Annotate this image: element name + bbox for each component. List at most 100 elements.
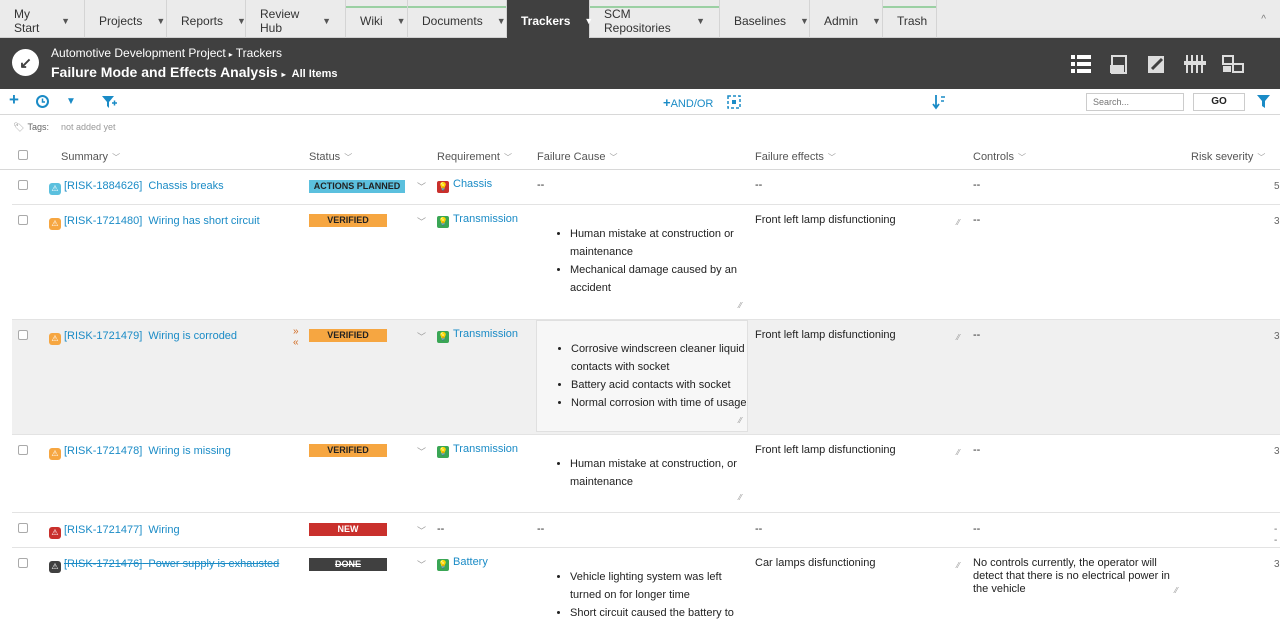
column-summary[interactable]: Summary ﹀ [61,151,120,163]
table-row[interactable]: ⚠ [RISK-1721477] Wiring NEW ﹀ -- -- -- --… [12,513,1280,548]
resize-handle-icon[interactable]: ⁄⁄ [739,301,742,310]
effects-cell[interactable]: Front left lamp disfunctioning [755,214,896,226]
requirement-cell[interactable]: -- [437,523,444,535]
item-link[interactable]: [RISK-1721478] Wiring is missing [64,445,231,457]
chevron-down-icon[interactable]: ﹀ [417,215,426,228]
controls-cell[interactable]: No controls currently, the operator will… [973,557,1178,596]
resize-handle-icon[interactable]: ⁄⁄ [957,561,960,570]
effects-cell[interactable]: Front left lamp disfunctioning [755,444,896,456]
status-badge[interactable]: VERIFIED [309,214,387,227]
tab-scm-repositories[interactable]: SCM Repositories ▼ [590,0,720,38]
select-all-checkbox[interactable] [18,150,28,160]
tree-view-icon[interactable] [1222,53,1244,75]
filter-add-icon[interactable] [101,95,117,109]
effects-cell[interactable]: Car lamps disfunctioning [755,557,875,569]
controls-cell[interactable]: -- [973,444,980,456]
add-icon[interactable]: + [9,90,19,110]
status-badge[interactable]: VERIFIED [309,444,387,457]
item-link[interactable]: [RISK-1884626] Chassis breaks [64,180,224,192]
chevron-down-icon[interactable]: ▼ [397,16,406,26]
column-risk-severity[interactable]: Risk severity ﹀ [1191,151,1265,163]
controls-cell[interactable]: -- [973,523,980,535]
chevron-down-icon[interactable]: ▼ [497,16,506,26]
requirement-link[interactable]: 💡 Transmission [437,213,518,228]
menu-dropdown-icon[interactable]: ▼ [66,96,76,107]
tab-trackers[interactable]: Trackers ▼ [507,0,593,38]
breadcrumb-trackers[interactable]: Trackers [236,46,282,60]
row-checkbox[interactable] [18,558,28,568]
row-checkbox[interactable] [18,180,28,190]
tab-review-hub[interactable]: Review Hub ▼ [246,0,346,38]
requirement-link[interactable]: 💡 Chassis [437,178,492,193]
status-badge[interactable]: DONE [309,558,387,571]
status-badge[interactable]: ACTIONS PLANNED [309,180,405,193]
tab-reports[interactable]: Reports ▼ [167,0,246,38]
column-failure-cause[interactable]: Failure Cause ﹀ [537,151,617,163]
column-failure-effects[interactable]: Failure effects ﹀ [755,151,836,163]
edit-view-icon[interactable] [1146,53,1168,75]
tab-baselines[interactable]: Baselines ▼ [720,0,810,38]
cause-cell[interactable]: Corrosive windscreen cleaner liquid cont… [536,320,748,432]
go-button[interactable]: GO [1193,93,1245,111]
status-badge[interactable]: VERIFIED [309,329,387,342]
tab-trash[interactable]: Trash [883,0,937,38]
chevron-down-icon[interactable]: ▼ [800,16,809,26]
row-checkbox[interactable] [18,445,28,455]
controls-cell[interactable]: -- [973,214,980,226]
column-status[interactable]: Status ﹀ [309,151,352,163]
item-link[interactable]: [RISK-1721479] Wiring is corroded [64,330,237,342]
chevron-down-icon[interactable]: ▼ [322,16,331,26]
column-controls[interactable]: Controls ﹀ [973,151,1026,163]
expand-icon[interactable] [727,95,741,109]
chevron-down-icon[interactable]: ﹀ [417,180,426,193]
chevron-down-icon[interactable]: ▼ [872,16,881,26]
board-view-icon[interactable] [1184,53,1206,75]
resize-handle-icon[interactable]: ⁄⁄ [739,493,742,502]
tab-documents[interactable]: Documents ▼ [408,0,507,38]
item-link[interactable]: [RISK-1721477] Wiring [64,524,180,536]
search-input[interactable] [1086,93,1184,111]
chevron-down-icon[interactable]: ▼ [696,16,705,26]
effects-cell[interactable]: -- [755,523,762,535]
view-selector[interactable]: All Items [292,68,338,80]
cause-cell[interactable]: -- [537,179,544,191]
sort-icon[interactable] [932,94,946,110]
requirement-link[interactable]: 💡 Transmission [437,443,518,458]
collapse-icon[interactable]: ^ [1261,14,1266,25]
table-row[interactable]: ⚠ [RISK-1721476] Power supply is exhauste… [12,548,1280,619]
table-row[interactable]: ⚠ [RISK-1721479] Wiring is corroded » « VE… [12,320,1280,435]
tags-value[interactable]: not added yet [61,122,116,132]
controls-cell[interactable]: -- [973,179,980,191]
resize-handle-icon[interactable]: ⁄⁄ [957,218,960,227]
cause-cell[interactable]: Vehicle lighting system was left turned … [536,568,748,622]
chevron-down-icon[interactable]: ﹀ [417,524,426,537]
status-badge[interactable]: NEW [309,523,387,536]
andor-button[interactable]: +AND/OR [663,95,713,110]
tab-wiki[interactable]: Wiki ▼ [346,0,408,38]
table-row[interactable]: ⚠ [RISK-1721478] Wiring is missing VERIFI… [12,435,1280,513]
controls-cell[interactable]: -- [973,329,980,341]
tab-my-start[interactable]: My Start ▼ [0,0,85,38]
row-checkbox[interactable] [18,215,28,225]
chevron-down-icon[interactable]: ﹀ [417,558,426,571]
effects-cell[interactable]: -- [755,179,762,191]
row-checkbox[interactable] [18,330,28,340]
chevron-down-icon[interactable]: ﹀ [417,330,426,343]
resize-handle-icon[interactable]: ⁄⁄ [957,333,960,342]
item-link[interactable]: [RISK-1721476] Power supply is exhausted [64,558,279,570]
chevron-down-icon[interactable]: ▼ [61,16,70,26]
resize-handle-icon[interactable]: ⁄⁄ [957,448,960,457]
item-link[interactable]: [RISK-1721480] Wiring has short circuit [64,215,260,227]
resize-handle-icon[interactable]: ⁄⁄ [739,416,742,425]
breadcrumb-project[interactable]: Automotive Development Project [51,46,226,60]
history-icon[interactable] [35,94,50,109]
column-requirement[interactable]: Requirement ﹀ [437,151,512,163]
table-row[interactable]: ⚠ [RISK-1884626] Chassis breaks ACTIONS P… [12,170,1280,205]
effects-cell[interactable]: Front left lamp disfunctioning [755,329,896,341]
requirement-link[interactable]: 💡 Transmission [437,328,518,343]
chevron-down-icon[interactable]: ▼ [156,16,165,26]
cause-cell[interactable]: Human mistake at construction, or mainte… [536,455,748,491]
tracker-logo-icon[interactable]: ↙ [12,49,39,76]
table-row[interactable]: ⚠ [RISK-1721480] Wiring has short circuit… [12,205,1280,320]
move-arrows-icon[interactable]: » « [293,326,299,348]
